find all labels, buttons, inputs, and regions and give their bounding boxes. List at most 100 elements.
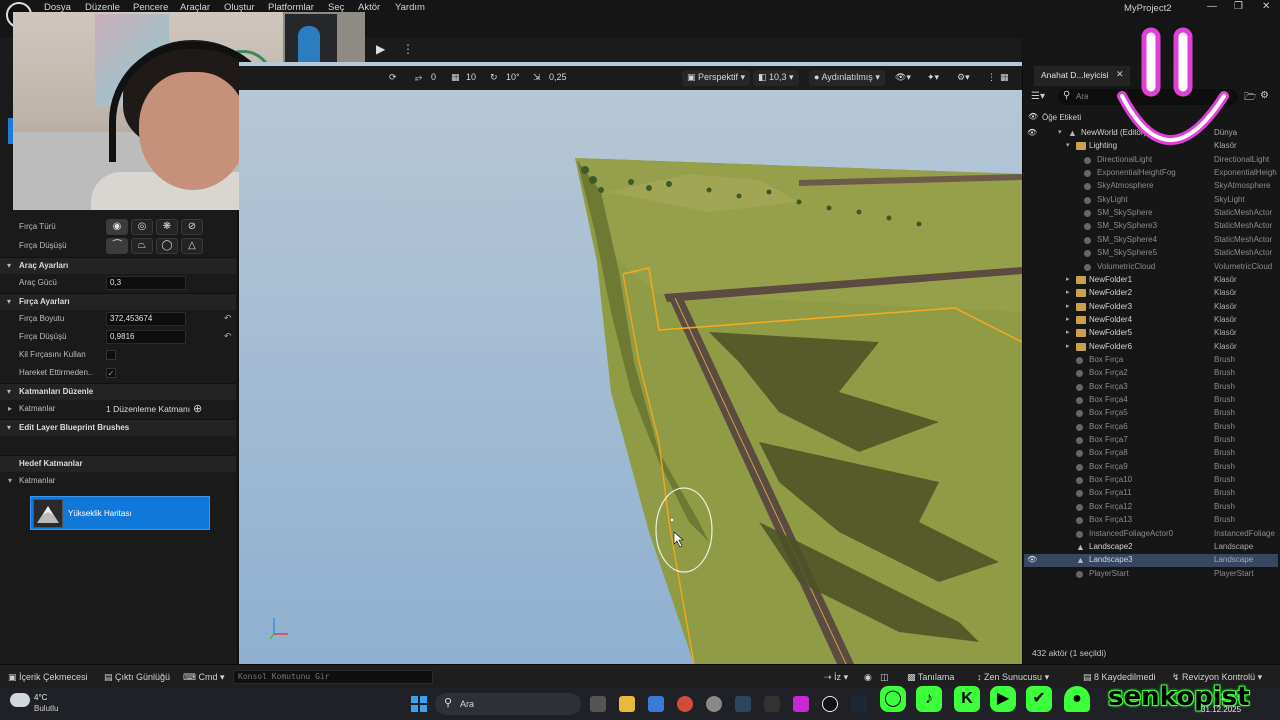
chrome-icon[interactable]: [677, 696, 693, 712]
scale-snap-value[interactable]: 0,25: [549, 72, 567, 82]
chevron-right-icon[interactable]: ▸: [1066, 315, 1070, 323]
rotate-snap-icon[interactable]: ⟳: [389, 72, 397, 83]
outliner-row[interactable]: Box Fırça9 Brush: [1024, 461, 1278, 474]
play-options-icon[interactable]: ⋮: [402, 42, 414, 56]
item-label-header[interactable]: Öğe Etiketi: [1042, 113, 1081, 122]
outliner-row[interactable]: PlayerStart PlayerStart: [1024, 568, 1278, 581]
chevron-down-icon[interactable]: ▾: [1058, 128, 1062, 136]
github-icon[interactable]: [706, 696, 722, 712]
steam-icon[interactable]: [735, 696, 751, 712]
brush-alpha-button[interactable]: ◎: [131, 219, 153, 235]
outliner-row[interactable]: ExponentialHeightFog ExponentialHeigh: [1024, 167, 1278, 180]
cmd-dropdown[interactable]: ⌨ Cmd ▾: [183, 672, 225, 683]
maximize-icon[interactable]: ❐: [1234, 1, 1243, 12]
app-icon[interactable]: [793, 696, 809, 712]
trace-dropdown[interactable]: ⇢ İz ▾: [824, 672, 848, 683]
lighting-dropdown[interactable]: ● Aydınlatılmış ▾: [809, 70, 885, 86]
level-viewport[interactable]: [239, 62, 1022, 664]
section-brush-settings[interactable]: ▾ Fırça Ayarları: [0, 293, 236, 310]
outliner-row[interactable]: SM_SkySphere4 StaticMeshActor: [1024, 234, 1278, 247]
taskbar-search[interactable]: ⚲ Ara: [435, 693, 581, 715]
outliner-row[interactable]: SM_SkySphere StaticMeshActor: [1024, 207, 1278, 220]
outliner-row[interactable]: Box Fırça10 Brush: [1024, 474, 1278, 487]
section-edit-layer-blueprint[interactable]: ▾ Edit Layer Blueprint Brushes: [0, 419, 236, 436]
close-icon[interactable]: ✕: [1262, 1, 1270, 12]
outliner-row[interactable]: SkyAtmosphere SkyAtmosphere: [1024, 180, 1278, 193]
brush-falloff-input[interactable]: 0,9816: [106, 330, 186, 344]
outliner-settings-icon[interactable]: ⚙: [1260, 90, 1269, 101]
task-view-icon[interactable]: [590, 696, 606, 712]
grid-snap-icon[interactable]: ▦: [451, 72, 460, 83]
outliner-row[interactable]: Box Fırça7 Brush: [1024, 434, 1278, 447]
outliner-row[interactable]: Box Fırça5 Brush: [1024, 407, 1278, 420]
play-icon[interactable]: ▶: [376, 42, 396, 58]
weather-description[interactable]: Bulutlu: [34, 704, 58, 713]
rotation-snap-value[interactable]: 0: [431, 72, 436, 82]
windows-start-icon[interactable]: [411, 696, 427, 712]
tool-strength-input[interactable]: 0,3: [106, 276, 186, 290]
outliner-row[interactable]: Box Fırça6 Brush: [1024, 421, 1278, 434]
store-icon[interactable]: [648, 696, 664, 712]
filter-icon[interactable]: ☰▾: [1031, 91, 1045, 102]
outliner-row[interactable]: SkyLight SkyLight: [1024, 194, 1278, 207]
outliner-row[interactable]: Box Fırça12 Brush: [1024, 501, 1278, 514]
no-move-checkbox[interactable]: ✓: [106, 368, 116, 378]
chevron-right-icon[interactable]: ▸: [1066, 328, 1070, 336]
record-icon[interactable]: ◉: [864, 672, 872, 683]
outliner-row[interactable]: Box Fırça13 Brush: [1024, 514, 1278, 527]
falloff-tip-button[interactable]: △: [181, 238, 203, 254]
brush-circle-button[interactable]: ◉: [106, 219, 128, 235]
layout-icon[interactable]: ▦: [1000, 72, 1009, 83]
file-explorer-icon[interactable]: [619, 696, 635, 712]
minimize-icon[interactable]: —: [1207, 1, 1217, 12]
outliner-row[interactable]: InstancedFoliageActor0 InstancedFoliage: [1024, 528, 1278, 541]
grid-snap-value[interactable]: 10: [466, 72, 476, 82]
outliner-row[interactable]: ▸ NewFolder4 Klasör: [1024, 314, 1278, 327]
settings-icon[interactable]: ⚙▾: [957, 72, 970, 83]
visibility-eye-icon[interactable]: 👁: [1027, 555, 1037, 564]
section-tool-settings[interactable]: ▾ Araç Ayarları: [0, 257, 236, 274]
outliner-row[interactable]: ▸ NewFolder5 Klasör: [1024, 327, 1278, 340]
visibility-eye-icon[interactable]: 👁: [1027, 128, 1037, 137]
outliner-row[interactable]: Box Fırça11 Brush: [1024, 487, 1278, 500]
epic-games-icon[interactable]: [764, 696, 780, 712]
surface-snap-icon[interactable]: ⥵: [415, 72, 422, 83]
weather-temperature[interactable]: 4°C: [34, 693, 47, 702]
falloff-linear-button[interactable]: ⏢: [131, 238, 153, 254]
outliner-row[interactable]: ▸ NewFolder6 Klasör: [1024, 341, 1278, 354]
chevron-right-icon[interactable]: ▸: [1066, 288, 1070, 296]
brush-pattern-button[interactable]: ❋: [156, 219, 178, 235]
outliner-row[interactable]: ▸ NewFolder3 Klasör: [1024, 301, 1278, 314]
chevron-down-icon[interactable]: ▾: [8, 476, 12, 485]
realtime-icon[interactable]: ✦▾: [927, 72, 939, 83]
menu-yardim[interactable]: Yardım: [395, 2, 425, 13]
outliner-row[interactable]: VolumetricCloud VolumetricCloud: [1024, 261, 1278, 274]
falloff-spherical-button[interactable]: ◯: [156, 238, 178, 254]
section-target-layers[interactable]: Hedef Katmanlar: [0, 455, 236, 472]
outliner-row[interactable]: ▸ NewFolder1 Klasör: [1024, 274, 1278, 287]
chevron-right-icon[interactable]: ▸: [8, 404, 12, 413]
chevron-right-icon[interactable]: ▸: [1066, 302, 1070, 310]
fov-dropdown[interactable]: ◧ 10,3 ▾: [753, 70, 799, 86]
falloff-smooth-button[interactable]: ⏜: [106, 238, 128, 254]
outliner-row[interactable]: 👁 ▲ Landscape3 Landscape: [1024, 554, 1278, 568]
reset-icon[interactable]: ↶: [224, 331, 232, 342]
brush-component-button[interactable]: ⊘: [181, 219, 203, 235]
unreal-engine-icon[interactable]: [822, 696, 838, 712]
outliner-row[interactable]: ▲ Landscape2 Landscape: [1024, 541, 1278, 554]
steam-client-icon[interactable]: [851, 696, 867, 712]
perspective-dropdown[interactable]: ▣ Perspektif ▾: [682, 70, 751, 86]
outliner-row[interactable]: Box Fırça4 Brush: [1024, 394, 1278, 407]
outliner-row[interactable]: Box Fırça2 Brush: [1024, 367, 1278, 380]
outliner-row[interactable]: Box Fırça Brush: [1024, 354, 1278, 367]
outliner-row[interactable]: SM_SkySphere5 StaticMeshActor: [1024, 247, 1278, 260]
clay-brush-checkbox[interactable]: [106, 350, 116, 360]
outliner-row[interactable]: Box Fırça8 Brush: [1024, 447, 1278, 460]
angle-snap-value[interactable]: 10°: [506, 72, 520, 82]
cloud-icon[interactable]: [10, 693, 30, 707]
chevron-right-icon[interactable]: ▸: [1066, 342, 1070, 350]
chevron-down-icon[interactable]: ▾: [1066, 141, 1070, 149]
angle-snap-icon[interactable]: ↻: [490, 72, 498, 83]
add-layer-icon[interactable]: ⊕: [193, 402, 202, 415]
scale-snap-icon[interactable]: ⇲: [533, 72, 541, 83]
